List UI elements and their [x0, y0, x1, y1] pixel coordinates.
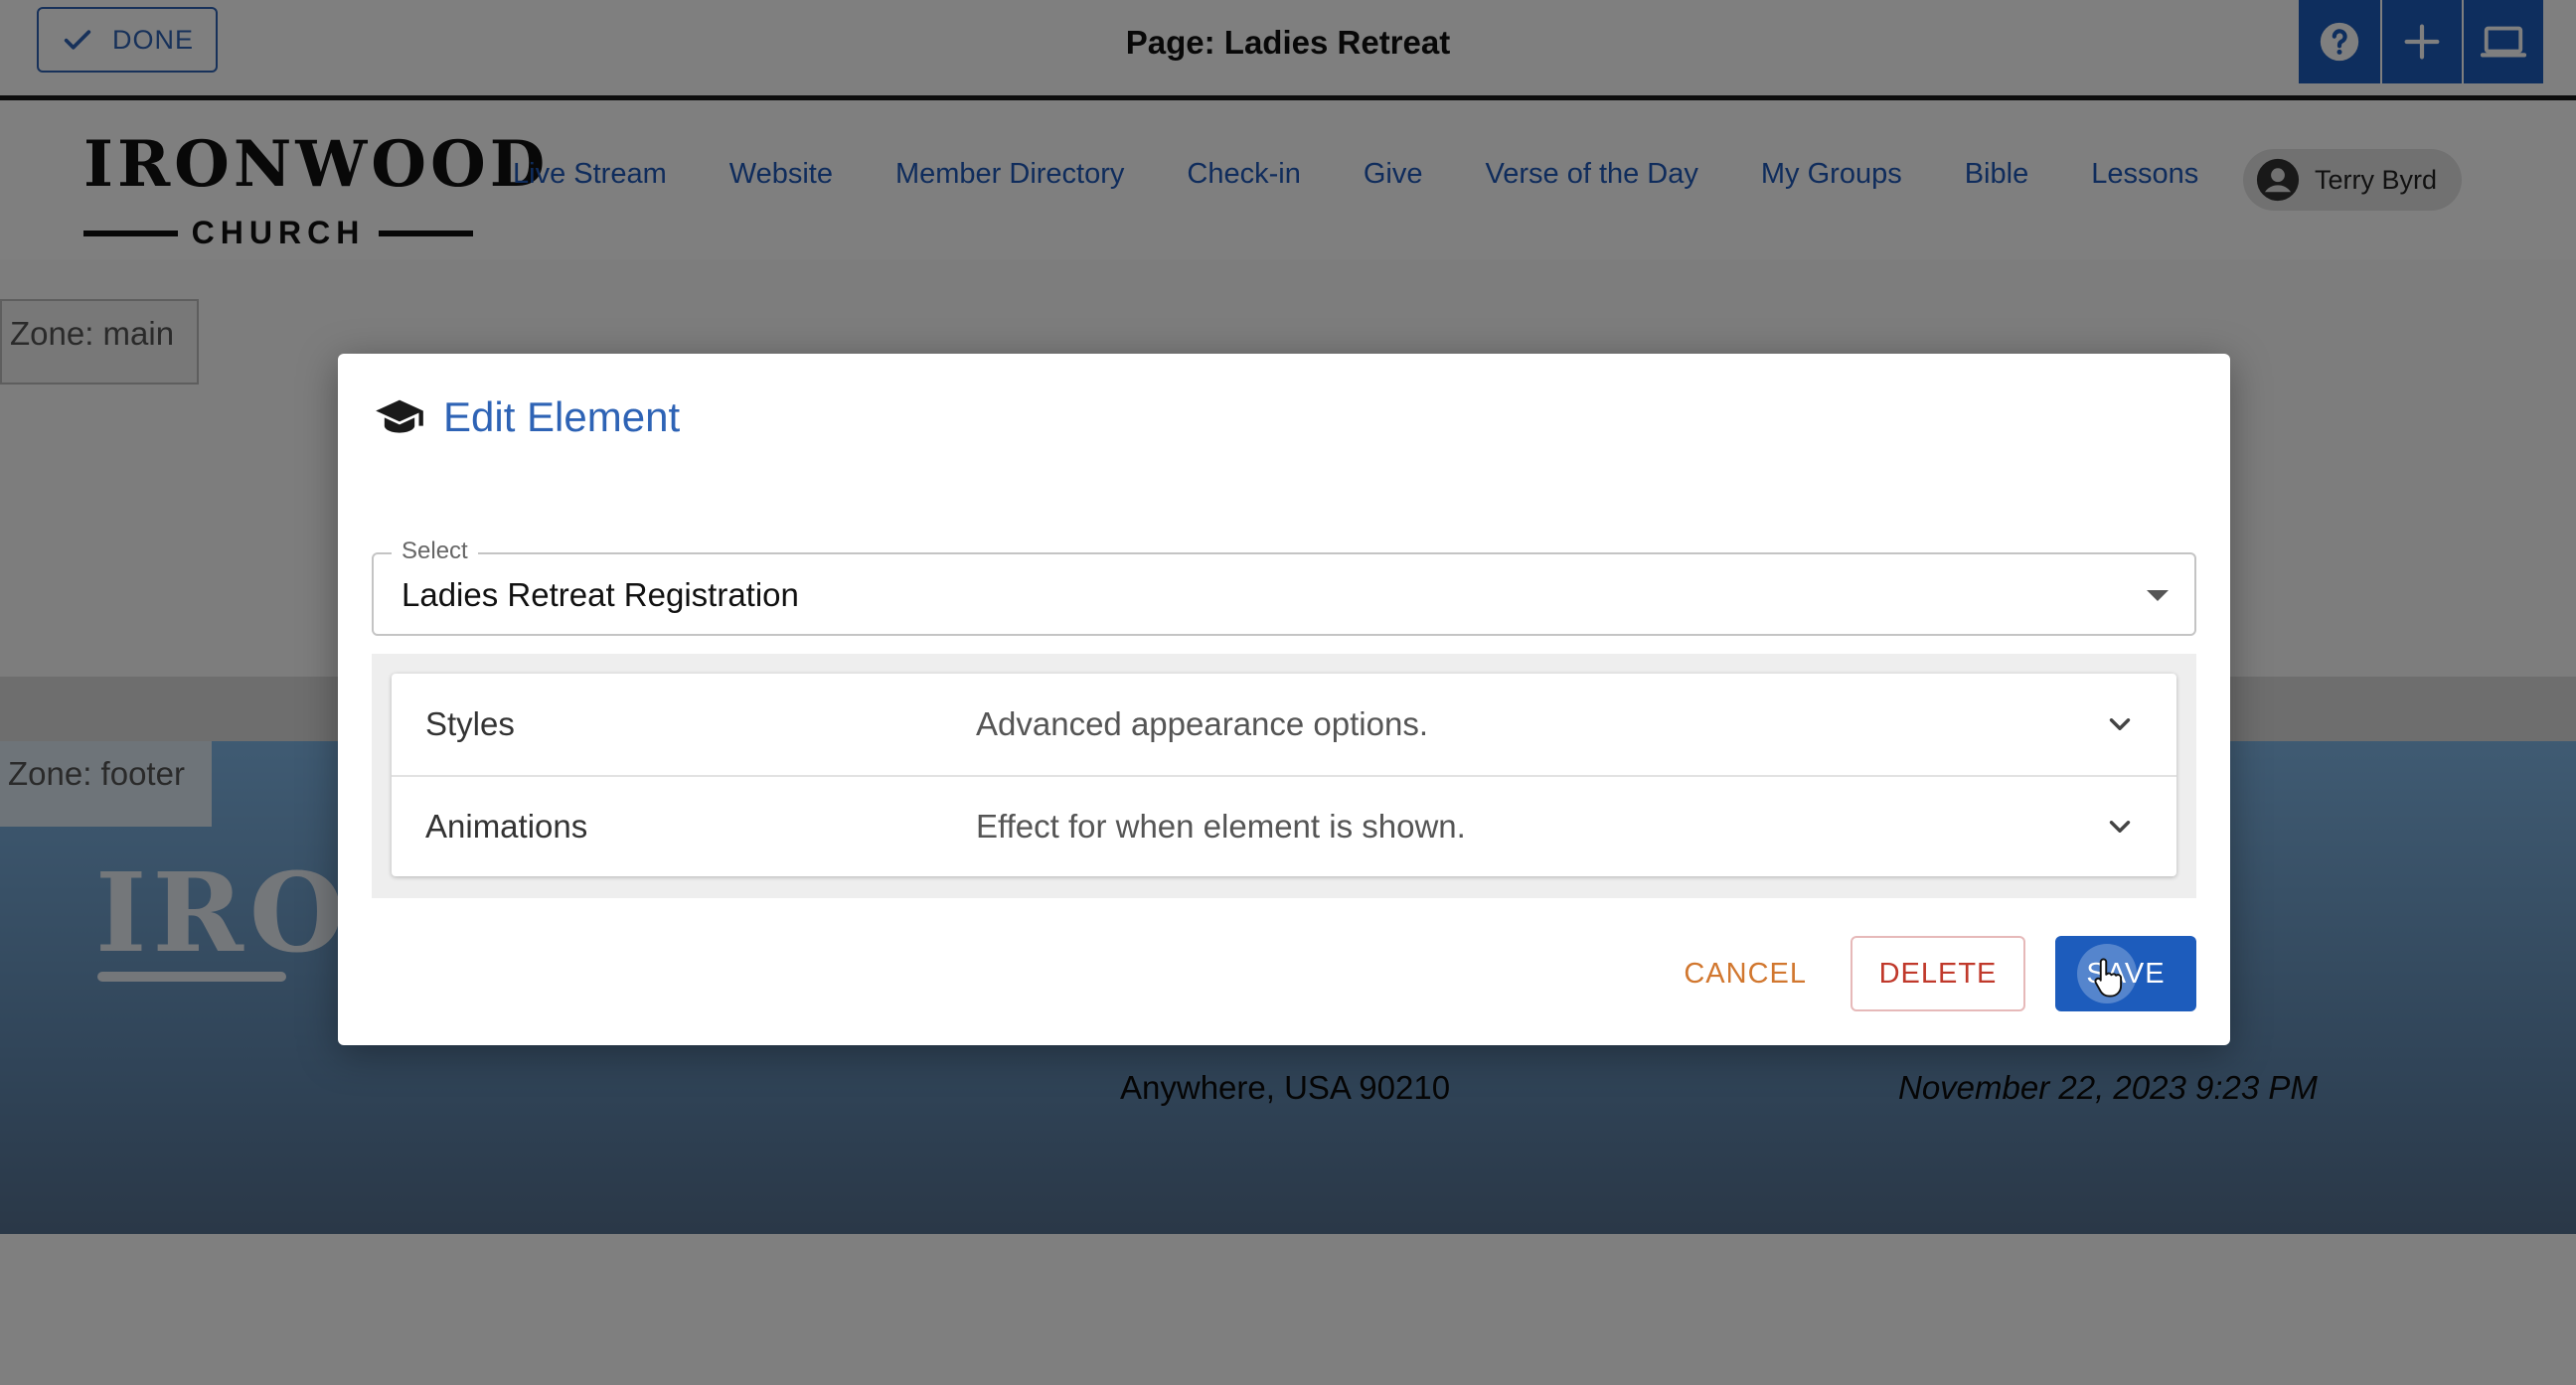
cancel-button[interactable]: CANCEL	[1670, 958, 1821, 991]
chevron-down-icon	[2109, 718, 2131, 730]
delete-button[interactable]: DELETE	[1851, 936, 2025, 1011]
delete-button-label: DELETE	[1878, 957, 1998, 990]
accordion-animations-title: Animations	[425, 808, 588, 845]
accordion-animations[interactable]: Animations Effect for when element is sh…	[392, 775, 2176, 876]
element-select-value: Ladies Retreat Registration	[402, 576, 799, 613]
element-select-label: Select	[392, 538, 478, 565]
accordion-styles[interactable]: Styles Advanced appearance options.	[392, 674, 2176, 775]
graduation-cap-icon	[376, 399, 423, 433]
hand-cursor-icon	[2094, 958, 2123, 998]
chevron-down-icon	[2109, 821, 2131, 833]
element-select[interactable]: Select Ladies Retreat Registration	[372, 538, 2196, 636]
save-button[interactable]: SAVE	[2055, 936, 2196, 1011]
dialog-header: Edit Element	[374, 391, 680, 443]
accordion-styles-description: Advanced appearance options.	[976, 705, 1429, 742]
edit-element-dialog: Edit Element Select Ladies Retreat Regis…	[338, 354, 2230, 1045]
accordion-styles-title: Styles	[425, 705, 515, 742]
accordion-animations-description: Effect for when element is shown.	[976, 808, 1466, 845]
options-panel: Styles Advanced appearance options. Anim…	[372, 654, 2196, 898]
options-accordion: Styles Advanced appearance options. Anim…	[392, 674, 2176, 876]
dialog-title: Edit Element	[443, 393, 681, 440]
dropdown-arrow-icon	[2147, 590, 2169, 601]
